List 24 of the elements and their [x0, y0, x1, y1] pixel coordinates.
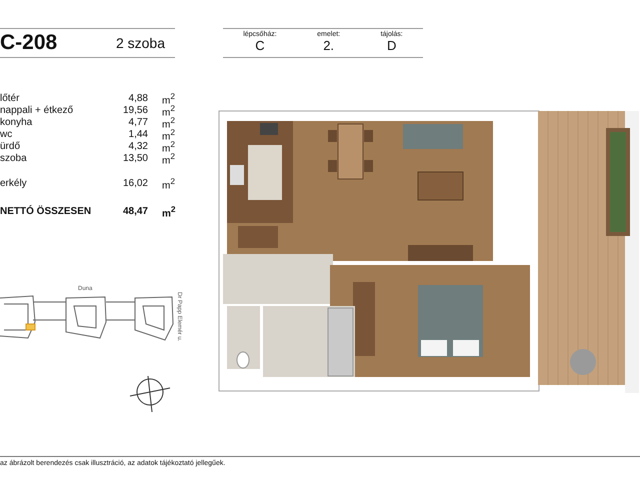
area-value: 19,56	[122, 105, 148, 116]
area-value: 16,02	[122, 178, 148, 190]
area-value: 48,47	[122, 206, 148, 218]
room-name: NETTÓ ÖSSZESEN	[0, 206, 92, 218]
room-count: 2 szoba	[116, 35, 165, 51]
area-value: 4,32	[128, 141, 148, 152]
field-value: 2.	[323, 38, 334, 53]
room-name: nappali + étkező	[0, 105, 74, 116]
area-value: 1,44	[128, 129, 148, 140]
room-name: lőtér	[0, 93, 20, 104]
room-name: wc	[0, 129, 14, 140]
area-value: 4,88	[128, 93, 148, 104]
area-value: 13,50	[122, 153, 148, 164]
area-unit: m$^{2}$	[161, 176, 176, 192]
room-name: ürdő	[0, 141, 22, 152]
field-value: D	[386, 38, 396, 53]
room-name: erkély	[0, 178, 28, 190]
compass-icon	[130, 376, 170, 412]
room-name: szoba	[0, 153, 28, 164]
field-value: C	[255, 38, 265, 53]
area-unit: m$^{2}$	[161, 204, 177, 220]
room-name: konyha	[0, 117, 34, 128]
unit-number: C-208	[0, 31, 58, 55]
area-value: 4,77	[128, 117, 148, 128]
